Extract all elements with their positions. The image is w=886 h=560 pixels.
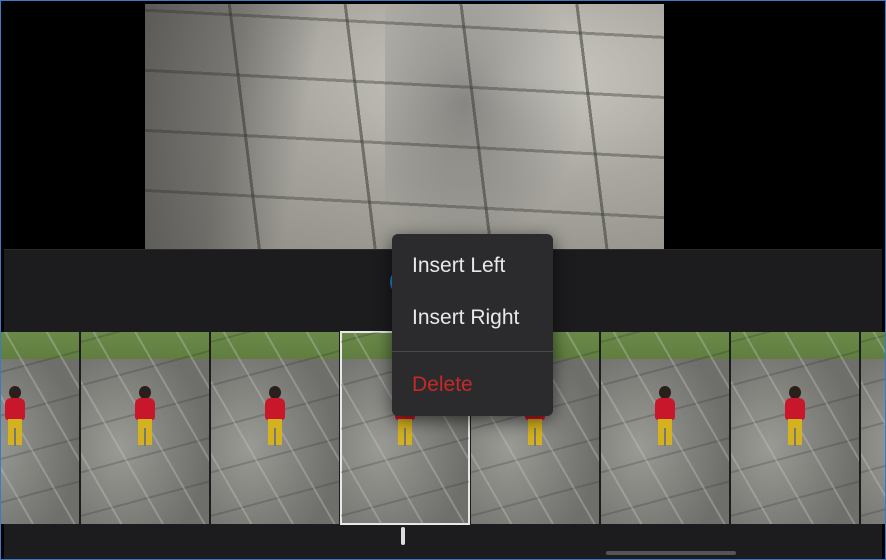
child-figure (2, 386, 28, 456)
delete-menu-item[interactable]: Delete (392, 362, 553, 408)
shadow-overlay (385, 4, 585, 249)
context-menu: Insert Left Insert Right Delete (392, 234, 553, 416)
timeline-scrollbar[interactable] (606, 551, 736, 555)
child-figure (262, 386, 288, 456)
timeline-frame[interactable] (731, 332, 859, 524)
preview-frame-image (145, 4, 664, 249)
menu-divider (392, 351, 553, 352)
pavement-texture (861, 332, 885, 524)
timeline-frame[interactable] (601, 332, 729, 524)
timeline-frame[interactable] (1, 332, 79, 524)
child-figure (132, 386, 158, 456)
timeline-frame[interactable] (81, 332, 209, 524)
child-figure (782, 386, 808, 456)
timeline-frame[interactable] (861, 332, 885, 524)
playhead-handle[interactable] (401, 527, 405, 545)
child-figure (652, 386, 678, 456)
insert-right-menu-item[interactable]: Insert Right (392, 295, 553, 341)
video-preview (4, 4, 882, 249)
timeline-frame[interactable] (211, 332, 339, 524)
app-window: Insert Left Insert Right Delete (0, 0, 886, 560)
insert-left-menu-item[interactable]: Insert Left (392, 243, 553, 289)
